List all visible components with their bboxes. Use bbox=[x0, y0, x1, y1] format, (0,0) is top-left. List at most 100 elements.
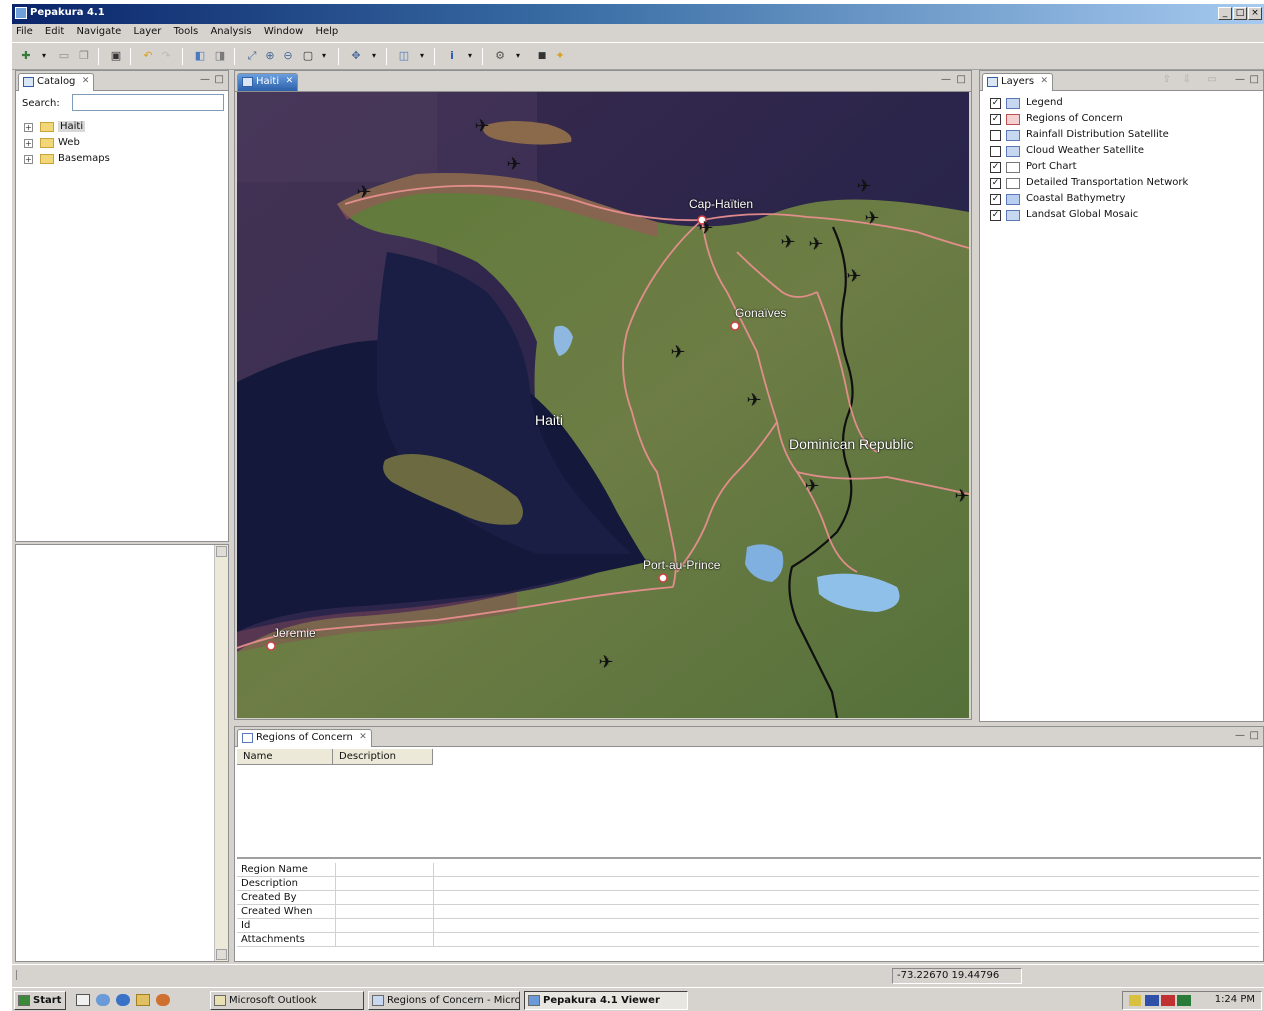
title-bar[interactable]: Pepakura 4.1 _ □ × bbox=[12, 4, 1264, 24]
tab-catalog[interactable]: Catalog ✕ bbox=[18, 73, 95, 91]
layer-checkbox[interactable]: ✓ bbox=[990, 210, 1001, 221]
add-layer-icon[interactable]: ◧ bbox=[192, 48, 208, 64]
column-header-name[interactable]: Name bbox=[237, 749, 333, 765]
airport-icon[interactable]: ✈ bbox=[843, 266, 865, 288]
open-file-icon[interactable]: ▭ bbox=[56, 48, 72, 64]
pan-dropdown-icon[interactable]: ▾ bbox=[366, 48, 382, 64]
select-dropdown-icon[interactable]: ▾ bbox=[316, 48, 332, 64]
minimize-button[interactable]: _ bbox=[1218, 7, 1232, 20]
airport-icon[interactable]: ✈ bbox=[743, 390, 765, 412]
layer-item-cloud-weather[interactable]: Cloud Weather Satellite bbox=[990, 143, 1188, 159]
volume-icon[interactable] bbox=[1177, 995, 1191, 1006]
close-icon[interactable]: ✕ bbox=[286, 76, 294, 86]
map-canvas[interactable]: Cap-Haïtien Gonaïves Haiti Dominican Rep… bbox=[237, 92, 969, 718]
show-desktop-icon[interactable] bbox=[76, 994, 90, 1006]
close-icon[interactable]: ✕ bbox=[82, 76, 90, 86]
airport-icon[interactable]: ✈ bbox=[667, 342, 689, 364]
tree-item-basemaps[interactable]: + Basemaps bbox=[24, 151, 110, 167]
expand-icon[interactable]: + bbox=[24, 123, 33, 132]
expand-icon[interactable]: + bbox=[24, 139, 33, 148]
tab-layers[interactable]: Layers ✕ bbox=[982, 73, 1054, 91]
airport-icon[interactable]: ✈ bbox=[353, 182, 375, 204]
menu-layer[interactable]: Layer bbox=[130, 24, 167, 37]
menu-navigate[interactable]: Navigate bbox=[72, 24, 126, 37]
taskbar-button-word[interactable]: Regions of Concern - Microsoft Word bbox=[368, 991, 520, 1010]
menu-help[interactable]: Help bbox=[311, 24, 343, 37]
browser-icon[interactable] bbox=[96, 994, 110, 1006]
tree-item-web[interactable]: + Web bbox=[24, 135, 110, 151]
move-up-icon[interactable]: ⇧ bbox=[1163, 74, 1171, 85]
security-icon[interactable] bbox=[1145, 995, 1159, 1006]
save-icon[interactable]: ▣ bbox=[108, 48, 124, 64]
refresh-icon[interactable]: ✦ bbox=[552, 48, 568, 64]
zoom-extent-icon[interactable]: ⤢ bbox=[244, 48, 260, 64]
airport-icon[interactable]: ✈ bbox=[471, 116, 493, 138]
minimize-view-icon[interactable]: — bbox=[941, 74, 951, 85]
airport-icon[interactable]: ✈ bbox=[777, 232, 799, 254]
layer-checkbox[interactable]: ✓ bbox=[990, 162, 1001, 173]
layer-item-landsat[interactable]: ✓ Landsat Global Mosaic bbox=[990, 207, 1188, 223]
layer-item-bathymetry[interactable]: ✓ Coastal Bathymetry bbox=[990, 191, 1188, 207]
maximize-view-icon[interactable]: □ bbox=[1250, 730, 1259, 741]
menu-file[interactable]: File bbox=[12, 24, 38, 37]
layer-item-transportation[interactable]: ✓ Detailed Transportation Network bbox=[990, 175, 1188, 191]
airport-icon[interactable]: ✈ bbox=[861, 208, 883, 230]
redo-icon[interactable]: ↷ bbox=[158, 48, 174, 64]
undo-icon[interactable]: ↶ bbox=[140, 48, 156, 64]
new-icon[interactable]: ✚ bbox=[18, 48, 34, 64]
maximize-view-icon[interactable]: □ bbox=[957, 74, 966, 85]
expand-icon[interactable]: + bbox=[24, 155, 33, 164]
maximize-view-icon[interactable]: □ bbox=[215, 74, 224, 85]
measure-icon[interactable]: ⚙ bbox=[492, 48, 508, 64]
taskbar-button-pepakura[interactable]: Pepakura 4.1 Viewer bbox=[524, 991, 688, 1010]
copy-icon[interactable]: ❐ bbox=[76, 48, 92, 64]
move-down-icon[interactable]: ⇩ bbox=[1183, 74, 1191, 85]
remove-layer-icon[interactable]: ◨ bbox=[212, 48, 228, 64]
network-icon[interactable] bbox=[1129, 995, 1141, 1006]
zoom-out-icon[interactable]: ⊖ bbox=[280, 48, 296, 64]
airport-icon[interactable]: ✈ bbox=[801, 476, 823, 498]
layer-checkbox[interactable] bbox=[990, 130, 1001, 141]
minimize-view-icon[interactable]: — bbox=[1235, 74, 1245, 85]
airport-icon[interactable]: ✈ bbox=[853, 176, 875, 198]
layer-checkbox[interactable]: ✓ bbox=[990, 98, 1001, 109]
layer-item-regions-of-concern[interactable]: ✓ Regions of Concern bbox=[990, 111, 1188, 127]
vertical-scrollbar[interactable] bbox=[214, 545, 228, 961]
layer-checkbox[interactable]: ✓ bbox=[990, 194, 1001, 205]
airport-icon[interactable]: ✈ bbox=[503, 154, 525, 176]
maximize-button[interactable]: □ bbox=[1233, 7, 1247, 20]
airport-icon[interactable]: ✈ bbox=[951, 486, 969, 508]
edit-dropdown-icon[interactable]: ▾ bbox=[414, 48, 430, 64]
layer-checkbox[interactable]: ✓ bbox=[990, 114, 1001, 125]
layer-item-legend[interactable]: ✓ Legend bbox=[990, 95, 1188, 111]
media-icon[interactable] bbox=[156, 994, 170, 1006]
start-button[interactable]: Start bbox=[14, 991, 66, 1010]
minimize-view-icon[interactable]: — bbox=[1235, 730, 1245, 741]
close-icon[interactable]: ✕ bbox=[359, 732, 367, 742]
alert-icon[interactable] bbox=[1161, 995, 1175, 1006]
minimize-view-icon[interactable]: — bbox=[200, 74, 210, 85]
column-header-description[interactable]: Description bbox=[333, 749, 433, 765]
airport-icon[interactable]: ✈ bbox=[805, 234, 827, 256]
tree-item-haiti[interactable]: + Haiti bbox=[24, 119, 110, 135]
layer-checkbox[interactable]: ✓ bbox=[990, 178, 1001, 189]
maximize-view-icon[interactable]: □ bbox=[1250, 74, 1259, 85]
taskbar-button-outlook[interactable]: Microsoft Outlook bbox=[210, 991, 364, 1010]
tab-map-haiti[interactable]: Haiti ✕ bbox=[237, 73, 299, 91]
tab-regions-of-concern[interactable]: Regions of Concern ✕ bbox=[237, 729, 372, 747]
info-dropdown-icon[interactable]: ▾ bbox=[462, 48, 478, 64]
menu-edit[interactable]: Edit bbox=[41, 24, 69, 37]
pan-icon[interactable]: ✥ bbox=[348, 48, 364, 64]
layer-checkbox[interactable] bbox=[990, 146, 1001, 157]
info-icon[interactable]: i bbox=[444, 48, 460, 64]
dropdown-icon[interactable]: ▾ bbox=[36, 48, 52, 64]
search-input[interactable] bbox=[72, 94, 224, 111]
airport-icon[interactable]: ✈ bbox=[695, 218, 717, 240]
menu-tools[interactable]: Tools bbox=[170, 24, 204, 37]
layer-item-port-chart[interactable]: ✓ Port Chart bbox=[990, 159, 1188, 175]
ie-icon[interactable] bbox=[116, 994, 130, 1006]
zoom-in-icon[interactable]: ⊕ bbox=[262, 48, 278, 64]
menu-analysis[interactable]: Analysis bbox=[206, 24, 256, 37]
menu-window[interactable]: Window bbox=[260, 24, 308, 37]
stop-icon[interactable]: ■ bbox=[534, 48, 550, 64]
